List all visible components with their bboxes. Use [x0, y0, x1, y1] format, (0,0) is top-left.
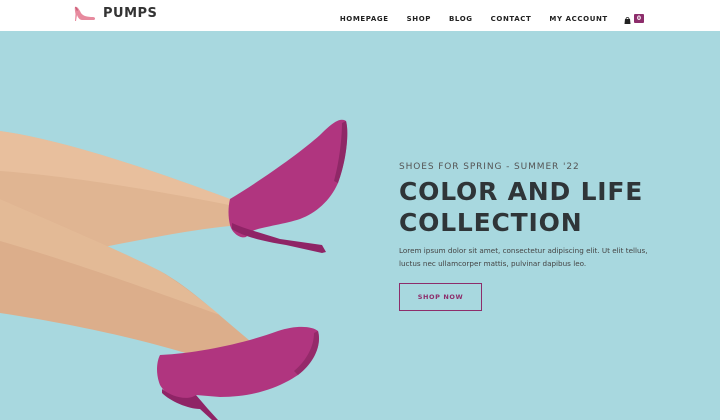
main-nav: HOMEPAGE SHOP BLOG CONTACT MY ACCOUNT 0 [340, 9, 644, 28]
nav-item-shop[interactable]: SHOP [407, 15, 431, 23]
upper-shoe [228, 119, 348, 238]
site-header: PUMPS HOMEPAGE SHOP BLOG CONTACT MY ACCO… [0, 0, 720, 31]
hero-title: COLOR AND LIFE COLLECTION [399, 176, 659, 238]
hero-title-line-1: COLOR AND LIFE [399, 177, 644, 206]
hero-banner: SHOES FOR SPRING - SUMMER '22 COLOR AND … [0, 31, 720, 420]
cart-button[interactable]: 0 [624, 9, 644, 28]
shop-now-button[interactable]: SHOP NOW [399, 283, 482, 311]
logo-text: PUMPS [103, 5, 158, 21]
nav-item-blog[interactable]: BLOG [449, 15, 473, 23]
nav-item-my-account[interactable]: MY ACCOUNT [549, 15, 607, 23]
shopping-bag-icon [624, 9, 631, 28]
hero-title-line-2: COLLECTION [399, 208, 583, 237]
hero-description-line-2: luctus nec ullamcorper mattis, pulvinar … [399, 259, 587, 268]
logo[interactable]: PUMPS [73, 4, 157, 22]
cart-count-badge: 0 [633, 14, 644, 23]
hero-text-block: SHOES FOR SPRING - SUMMER '22 COLOR AND … [399, 162, 659, 270]
hero-description: Lorem ipsum dolor sit amet, consectetur … [399, 244, 649, 270]
high-heel-logo-icon [73, 4, 97, 22]
nav-item-contact[interactable]: CONTACT [491, 15, 532, 23]
hero-subtitle: SHOES FOR SPRING - SUMMER '22 [399, 162, 580, 172]
nav-item-homepage[interactable]: HOMEPAGE [340, 15, 389, 23]
hero-description-line-1: Lorem ipsum dolor sit amet, consectetur … [399, 246, 648, 255]
